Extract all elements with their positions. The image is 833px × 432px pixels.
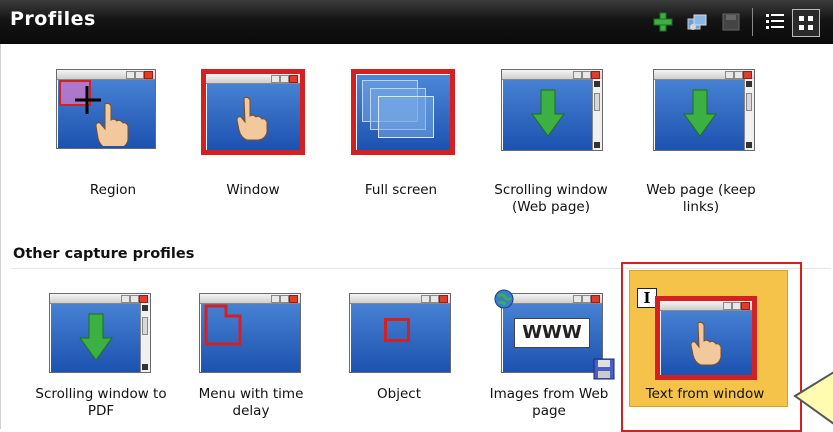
profile-scrolling-pdf[interactable]: Scrolling window to PDF bbox=[31, 290, 171, 430]
tooltip-pointer-icon bbox=[793, 371, 833, 425]
thumbnail-view-icon[interactable] bbox=[792, 9, 820, 37]
profile-scrolling-window[interactable]: Scrolling window (Web page) bbox=[481, 66, 621, 216]
profile-region[interactable]: Region bbox=[43, 66, 183, 216]
web-page-keep-links-icon bbox=[653, 69, 755, 151]
profile-window[interactable]: Window bbox=[183, 66, 323, 216]
profile-label: Full screen bbox=[364, 182, 438, 198]
manage-icon[interactable] bbox=[684, 9, 710, 35]
window-capture-icon bbox=[201, 69, 305, 155]
scrolling-pdf-icon bbox=[49, 293, 151, 373]
profile-images-from-web[interactable]: WWW Images from Web page bbox=[479, 289, 619, 430]
object-capture-icon bbox=[349, 293, 451, 373]
text-cursor-icon: I bbox=[637, 288, 657, 308]
add-icon[interactable] bbox=[650, 9, 676, 35]
text-from-window-icon bbox=[655, 296, 757, 380]
profile-label: Region bbox=[89, 182, 137, 198]
panel-title: Profiles bbox=[10, 8, 96, 30]
profile-label: Menu with time delay bbox=[198, 386, 304, 419]
profile-web-page-keep-links[interactable]: Web page (keep links) bbox=[631, 66, 771, 216]
toolbar-separator bbox=[752, 8, 753, 36]
profiles-content: Region Window Full screen Scrolling wind… bbox=[0, 44, 833, 432]
profile-text-from-window[interactable]: I Text from window bbox=[635, 288, 775, 430]
save-icon[interactable] bbox=[718, 9, 744, 35]
profile-label: Images from Web page bbox=[489, 386, 609, 419]
profile-label: Text from window bbox=[645, 386, 765, 402]
scrolling-window-icon bbox=[501, 69, 603, 151]
fullscreen-capture-icon bbox=[351, 69, 455, 155]
web-images-icon: WWW bbox=[501, 293, 603, 373]
profile-full-screen[interactable]: Full screen bbox=[331, 66, 471, 216]
profile-menu-time-delay[interactable]: Menu with time delay bbox=[181, 290, 321, 430]
www-badge: WWW bbox=[514, 318, 590, 348]
menu-delay-icon bbox=[199, 293, 301, 373]
profile-label: Window bbox=[226, 182, 280, 198]
floppy-save-icon bbox=[593, 358, 615, 380]
profile-label: Web page (keep links) bbox=[646, 182, 756, 215]
profile-label: Scrolling window (Web page) bbox=[494, 182, 608, 215]
list-view-icon[interactable] bbox=[762, 9, 788, 35]
globe-icon bbox=[494, 289, 514, 309]
region-capture-icon bbox=[56, 69, 156, 149]
profile-label: Object bbox=[377, 386, 421, 402]
profile-object[interactable]: Object bbox=[329, 290, 469, 430]
section-title: Other capture profiles bbox=[13, 246, 195, 262]
profiles-header: Profiles bbox=[0, 0, 833, 44]
profile-label: Scrolling window to PDF bbox=[35, 386, 167, 419]
